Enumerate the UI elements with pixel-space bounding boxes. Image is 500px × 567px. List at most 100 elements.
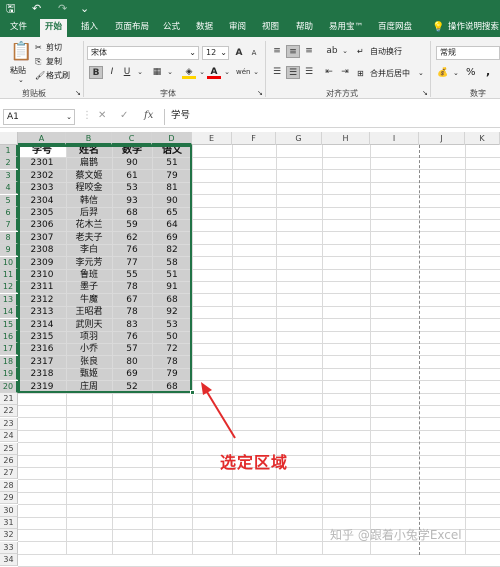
italic-button[interactable]: I: [105, 66, 119, 79]
row-header-21[interactable]: 21: [0, 393, 18, 405]
more-options-icon[interactable]: ⋮: [82, 110, 92, 121]
border-dropdown-icon[interactable]: ⌄: [163, 66, 177, 79]
number-format-select[interactable]: 常规: [436, 46, 500, 60]
copy-button[interactable]: 复制: [46, 56, 62, 67]
shrink-font-button[interactable]: A: [247, 47, 261, 60]
column-header-k[interactable]: K: [465, 132, 500, 145]
row-header-9[interactable]: 9: [0, 244, 18, 257]
row-header-22[interactable]: 22: [0, 405, 18, 418]
alignment-launcher-icon[interactable]: ↘: [422, 88, 428, 99]
name-box[interactable]: A1 ⌄: [3, 109, 75, 125]
currency-dropdown-icon[interactable]: ⌄: [453, 68, 459, 79]
column-header-f[interactable]: F: [232, 132, 276, 145]
row-header-2[interactable]: 2: [0, 157, 18, 170]
confirm-icon[interactable]: ✓: [120, 110, 128, 121]
row-header-31[interactable]: 31: [0, 517, 18, 529]
merge-center-button[interactable]: 合并后居中: [370, 68, 410, 79]
customize-toolbar-icon[interactable]: ⌄: [80, 2, 89, 16]
row-header-17[interactable]: 17: [0, 343, 18, 356]
column-header-i[interactable]: I: [370, 132, 419, 145]
column-header-j[interactable]: J: [419, 132, 465, 145]
select-all-button[interactable]: [0, 132, 18, 145]
font-size-select[interactable]: 12 ⌄: [202, 46, 229, 60]
tab-help[interactable]: 帮助: [296, 21, 313, 34]
tab-baidu-netdisk[interactable]: 百度网盘: [378, 21, 412, 34]
redo-icon[interactable]: ↷: [58, 2, 67, 16]
phonetic-button[interactable]: wén: [236, 66, 250, 79]
row-header-20[interactable]: 20: [0, 380, 18, 393]
tab-review[interactable]: 审阅: [229, 21, 246, 34]
undo-icon[interactable]: ↶: [32, 2, 41, 16]
row-header-34[interactable]: 34: [0, 554, 18, 567]
tab-data[interactable]: 数据: [196, 21, 213, 34]
merge-center-icon[interactable]: ⊞: [357, 68, 364, 79]
phonetic-dropdown-icon[interactable]: ⌄: [249, 66, 263, 79]
font-name-select[interactable]: 宋体 ⌄: [87, 46, 199, 60]
tab-home[interactable]: 开始: [40, 19, 68, 37]
underline-button[interactable]: U: [120, 66, 134, 79]
row-header-6[interactable]: 6: [0, 207, 18, 219]
row-header-28[interactable]: 28: [0, 479, 18, 492]
orientation-icon[interactable]: ab: [325, 45, 339, 58]
align-middle-icon[interactable]: ≡: [286, 45, 300, 58]
cut-icon[interactable]: ✂: [35, 42, 42, 53]
tab-view[interactable]: 视图: [262, 21, 279, 34]
tab-formulas[interactable]: 公式: [163, 21, 180, 34]
currency-icon[interactable]: 💰: [437, 68, 448, 79]
row-header-25[interactable]: 25: [0, 442, 18, 455]
decrease-indent-icon[interactable]: ⇤: [322, 66, 336, 79]
tab-insert[interactable]: 插入: [81, 21, 98, 34]
column-header-g[interactable]: G: [276, 132, 322, 145]
column-header-c[interactable]: C: [112, 132, 152, 145]
grow-font-button[interactable]: A: [232, 47, 246, 60]
row-header-33[interactable]: 33: [0, 541, 18, 554]
font-color-dropdown-icon[interactable]: ⌄: [220, 66, 234, 79]
font-launcher-icon[interactable]: ↘: [257, 88, 263, 99]
percent-button[interactable]: %: [466, 67, 476, 78]
merge-dropdown-icon[interactable]: ⌄: [418, 68, 424, 79]
tab-easyuse[interactable]: 易用宝™: [329, 21, 363, 34]
row-header-13[interactable]: 13: [0, 293, 18, 306]
column-header-d[interactable]: D: [152, 132, 192, 145]
cut-button[interactable]: 剪切: [46, 42, 62, 53]
fill-color-icon[interactable]: ◈: [182, 66, 196, 79]
cancel-icon[interactable]: ✕: [98, 110, 106, 121]
row-header-29[interactable]: 29: [0, 492, 18, 505]
align-center-icon[interactable]: ☰: [286, 66, 300, 79]
row-header-8[interactable]: 8: [0, 231, 18, 244]
row-header-4[interactable]: 4: [0, 182, 18, 195]
align-bottom-icon[interactable]: ≡: [302, 45, 316, 58]
align-right-icon[interactable]: ☰: [302, 66, 316, 79]
formula-input[interactable]: 学号: [164, 109, 500, 125]
row-header-30[interactable]: 30: [0, 504, 18, 517]
tab-file[interactable]: 文件: [10, 21, 27, 34]
format-painter-icon[interactable]: 🖌: [35, 70, 45, 81]
row-header-10[interactable]: 10: [0, 256, 18, 269]
paste-dropdown-icon[interactable]: ⌄: [18, 75, 24, 86]
paste-icon[interactable]: 📋: [10, 42, 32, 62]
insert-function-icon[interactable]: fx: [144, 110, 153, 121]
column-header-b[interactable]: B: [66, 132, 112, 145]
format-painter-button[interactable]: 格式刷: [46, 70, 70, 81]
row-header-12[interactable]: 12: [0, 281, 18, 294]
row-header-5[interactable]: 5: [0, 194, 18, 207]
bold-button[interactable]: B: [89, 66, 103, 79]
row-header-7[interactable]: 7: [0, 219, 18, 232]
column-header-e[interactable]: E: [192, 132, 232, 145]
tell-me-search[interactable]: 操作说明搜索: [448, 21, 499, 34]
align-top-icon[interactable]: ≡: [270, 45, 284, 58]
column-header-h[interactable]: H: [322, 132, 370, 145]
tab-page-layout[interactable]: 页面布局: [115, 21, 149, 34]
row-header-23[interactable]: 23: [0, 417, 18, 430]
comma-style-button[interactable]: ,: [486, 66, 490, 77]
column-header-a[interactable]: A: [18, 132, 66, 145]
wrap-text-icon[interactable]: ↵: [357, 46, 364, 57]
wrap-text-button[interactable]: 自动换行: [370, 46, 402, 57]
font-color-icon[interactable]: A: [207, 66, 221, 79]
save-icon[interactable]: 🖫: [6, 2, 15, 16]
align-left-icon[interactable]: ☰: [270, 66, 284, 79]
row-header-11[interactable]: 11: [0, 269, 18, 281]
row-header-32[interactable]: 32: [0, 529, 18, 542]
row-header-15[interactable]: 15: [0, 318, 18, 331]
border-icon[interactable]: ▦: [150, 66, 164, 79]
